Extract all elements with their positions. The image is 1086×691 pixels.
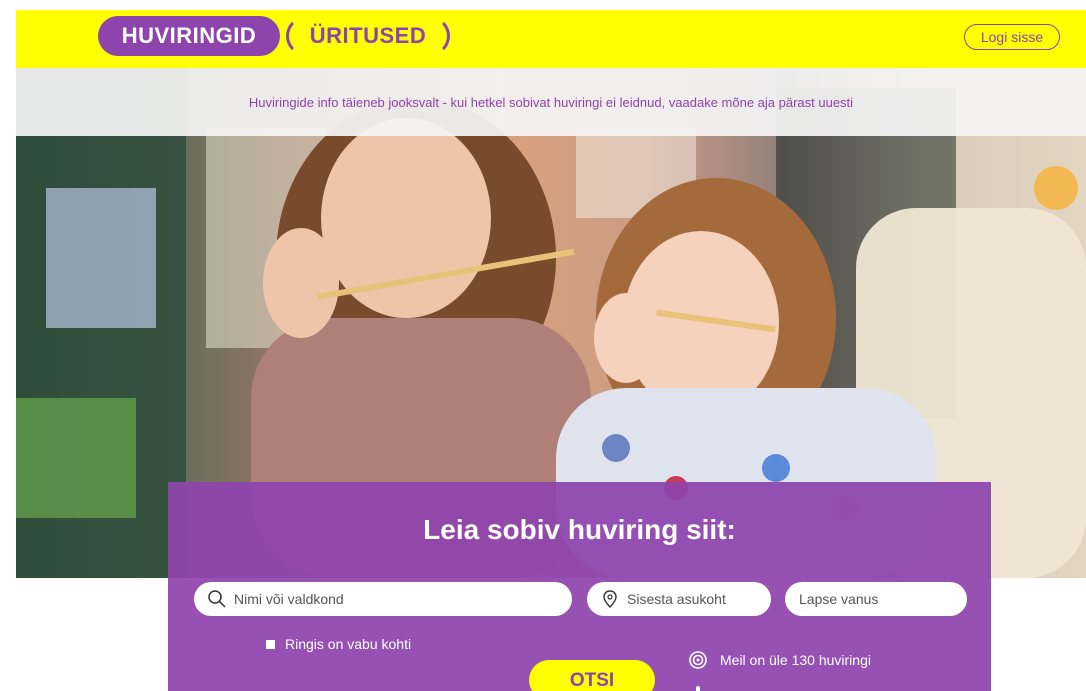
search-panel: Leia sobiv huviring siit: Nimi või valdk… [168, 482, 991, 691]
search-icon [206, 588, 228, 610]
name-search-input[interactable] [234, 591, 572, 607]
age-field[interactable] [785, 582, 967, 616]
tab-uritused[interactable]: ÜRITUSED [286, 16, 450, 56]
free-spots-filter[interactable]: Ringis on vabu kohti [266, 636, 411, 652]
page: HUVIRINGID ÜRITUSED Logi sisse Huviringi… [16, 10, 1086, 691]
age-input[interactable] [799, 591, 967, 607]
stats-text: Meil on üle 130 huviringi [720, 652, 871, 668]
location-pin-icon [599, 588, 621, 610]
free-spots-label: Ringis on vabu kohti [285, 636, 412, 652]
location-field[interactable] [587, 582, 771, 616]
search-submit-button[interactable]: OTSI [529, 660, 655, 691]
name-search-field[interactable] [194, 582, 572, 616]
notice-bar: Huviringide info täieneb jooksvalt - kui… [16, 68, 1086, 136]
notice-text: Huviringide info täieneb jooksvalt - kui… [248, 94, 854, 110]
top-bar: HUVIRINGID ÜRITUSED Logi sisse [16, 10, 1086, 68]
free-spots-checkbox[interactable] [266, 639, 275, 649]
stats-info: Meil on üle 130 huviringi [688, 650, 871, 670]
location-input[interactable] [627, 591, 771, 607]
target-icon [688, 650, 708, 670]
login-button[interactable]: Logi sisse [964, 24, 1060, 50]
info-dot-icon [696, 686, 700, 691]
tab-huviringid[interactable]: HUVIRINGID [98, 16, 280, 56]
search-title: Leia sobiv huviring siit: [423, 514, 736, 545]
